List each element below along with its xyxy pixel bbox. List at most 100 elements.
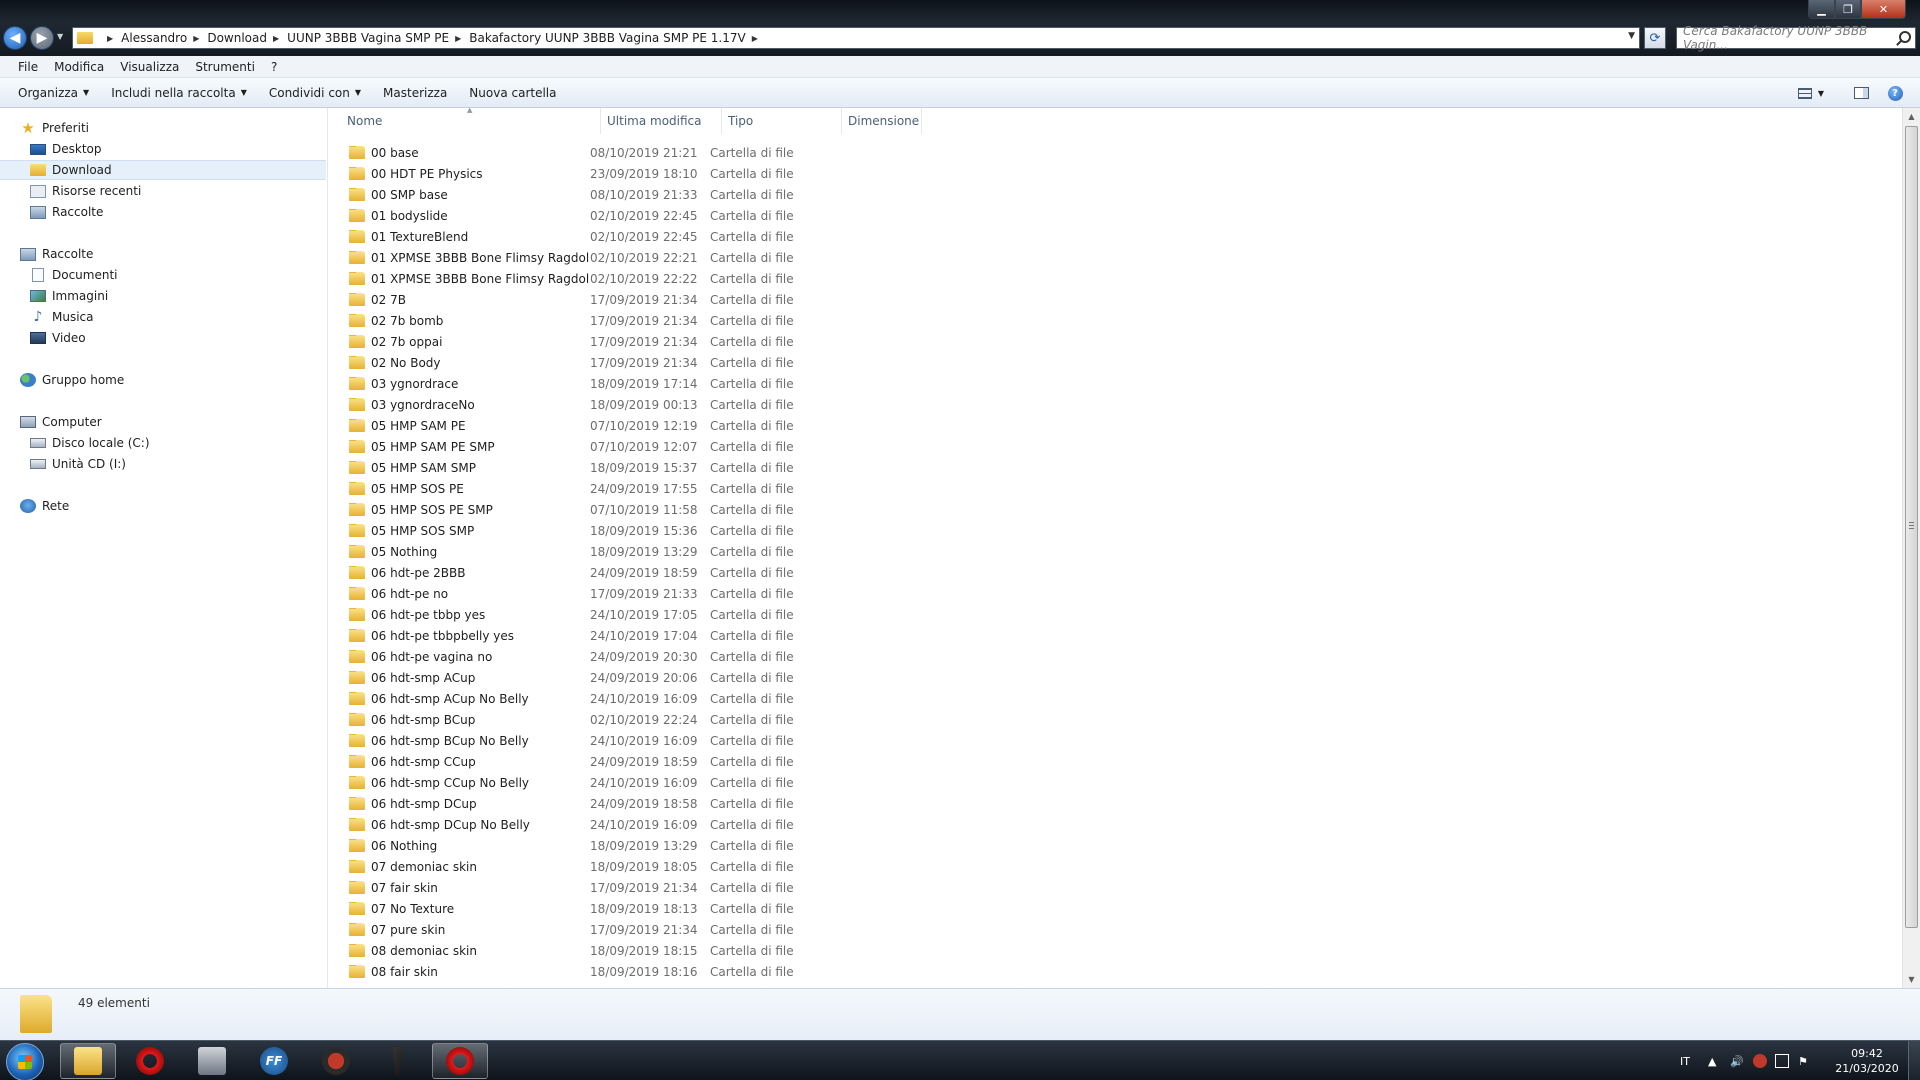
organize-button[interactable]: Organizza ▼ [10, 86, 103, 100]
file-name-cell[interactable]: 05 HMP SOS PE [329, 481, 589, 496]
breadcrumb-label[interactable]: Bakafactory UUNP 3BBB Vagina SMP PE 1.17… [469, 31, 745, 45]
taskbar-spider-app[interactable] [308, 1043, 364, 1079]
file-name-cell[interactable]: 03 ygnordrace [329, 376, 589, 391]
nav-computer[interactable]: Computer [0, 412, 326, 432]
breadcrumb-item[interactable]: Download ▶ [207, 31, 287, 45]
file-row[interactable]: 06 hdt-smp ACup 24/09/2019 20:06 Cartella … [329, 667, 1900, 688]
nav-libraries[interactable]: Raccolte [0, 244, 326, 264]
file-name-cell[interactable]: 03 ygnordraceNo [329, 397, 589, 412]
file-name-cell[interactable]: 01 XPMSE 3BBB Bone Flimsy Ragdoll [329, 250, 589, 265]
file-row[interactable]: 08 fair skin 18/09/2019 18:16 Cartella di … [329, 961, 1900, 982]
menu-help[interactable]: ? [263, 60, 285, 74]
file-name-cell[interactable]: 08 fair skin [329, 964, 589, 979]
file-row[interactable]: 00 HDT PE Physics 23/09/2019 18:10 Cartell… [329, 163, 1900, 184]
file-name-cell[interactable]: 06 hdt-smp CCup No Belly [329, 775, 589, 790]
file-row[interactable]: 06 hdt-pe tbbpbelly yes 24/10/2019 17:04 C… [329, 625, 1900, 646]
breadcrumb-label[interactable]: Alessandro [121, 31, 187, 45]
breadcrumb-label[interactable]: UUNP 3BBB Vagina SMP PE [287, 31, 449, 45]
breadcrumb-label[interactable]: Download [207, 31, 267, 45]
close-button[interactable]: ✕ [1861, 0, 1906, 19]
file-row[interactable]: 01 XPMSE 3BBB Bone Flimsy Ragdoll ygn...… [329, 268, 1900, 289]
file-row[interactable]: 01 TextureBlend 02/10/2019 22:45 Cartella … [329, 226, 1900, 247]
file-row[interactable]: 06 hdt-smp DCup No Belly 24/10/2019 16:09… [329, 814, 1900, 835]
taskbar-opera[interactable] [122, 1043, 178, 1079]
file-name-cell[interactable]: 06 hdt-pe 2BBB [329, 565, 589, 580]
scrollbar-thumb[interactable] [1905, 126, 1918, 928]
language-indicator[interactable]: IT [1680, 1041, 1690, 1080]
file-name-cell[interactable]: 05 HMP SAM PE [329, 418, 589, 433]
preview-pane-button[interactable] [1851, 84, 1871, 102]
file-name-cell[interactable]: 07 fair skin [329, 880, 589, 895]
file-row[interactable]: 02 7b bomb 17/09/2019 21:34 Cartella di fi… [329, 310, 1900, 331]
scroll-up-button[interactable]: ▲ [1903, 108, 1920, 125]
file-name-cell[interactable]: 06 hdt-pe tbbpbelly yes [329, 628, 589, 643]
file-row[interactable]: 06 hdt-pe tbbp yes 24/10/2019 17:05 Cartel… [329, 604, 1900, 625]
file-name-cell[interactable]: 05 Nothing [329, 544, 589, 559]
chevron-right-icon[interactable]: ▶ [752, 34, 758, 43]
file-row[interactable]: 06 hdt-smp BCup 02/10/2019 22:24 Cartella … [329, 709, 1900, 730]
taskbar-opera-active[interactable] [432, 1043, 488, 1079]
menu-tools[interactable]: Strumenti [187, 60, 263, 74]
file-name-cell[interactable]: 06 hdt-smp DCup No Belly [329, 817, 589, 832]
maximize-button[interactable]: ❐ [1835, 0, 1861, 19]
file-name-cell[interactable]: 05 HMP SOS PE SMP [329, 502, 589, 517]
file-name-cell[interactable]: 08 demoniac skin [329, 943, 589, 958]
change-view-button[interactable]: ▼ [1795, 84, 1827, 102]
nav-collections-favorite[interactable]: Raccolte [0, 202, 326, 222]
nav-network[interactable]: Rete [0, 496, 326, 516]
network-tray-button[interactable] [1775, 1041, 1789, 1080]
file-name-cell[interactable]: 06 hdt-smp BCup [329, 712, 589, 727]
recent-pages-dropdown[interactable]: ▼ [57, 32, 63, 41]
column-type[interactable]: Tipo [722, 108, 842, 134]
file-name-cell[interactable]: 05 HMP SAM PE SMP [329, 439, 589, 454]
file-row[interactable]: 06 hdt-smp CCup 24/09/2019 18:59 Cartella … [329, 751, 1900, 772]
search-icon[interactable] [1899, 31, 1911, 43]
include-in-library-button[interactable]: Includi nella raccolta ▼ [103, 86, 261, 100]
file-row[interactable]: 01 XPMSE 3BBB Bone Flimsy Ragdoll 02/10/2… [329, 247, 1900, 268]
search-input[interactable]: Cerca Bakafactory UUNP 3BBB Vagin... [1676, 24, 1916, 52]
nav-music[interactable]: ♪ Musica [0, 307, 326, 327]
nav-documents[interactable]: Documenti [0, 265, 326, 285]
chevron-right-icon[interactable]: ▶ [455, 34, 461, 43]
clock[interactable]: 09:42 21/03/2020 [1832, 1046, 1902, 1076]
file-name-cell[interactable]: 05 HMP SOS SMP [329, 523, 589, 538]
nav-homegroup[interactable]: Gruppo home [0, 370, 326, 390]
refresh-button[interactable]: ⟳ [1644, 27, 1666, 49]
start-button[interactable] [6, 1043, 44, 1080]
breadcrumb-item[interactable]: Alessandro ▶ [121, 31, 207, 45]
file-name-cell[interactable]: 06 hdt-smp ACup [329, 670, 589, 685]
chevron-down-icon[interactable]: ▼ [1628, 31, 1635, 41]
file-row[interactable]: 05 Nothing 18/09/2019 13:29 Cartella di fi… [329, 541, 1900, 562]
file-row[interactable]: 06 Nothing 18/09/2019 13:29 Cartella di fi… [329, 835, 1900, 856]
new-folder-button[interactable]: Nuova cartella [461, 86, 570, 100]
chevron-right-icon[interactable]: ▶ [273, 34, 279, 43]
file-name-cell[interactable]: 01 bodyslide [329, 208, 589, 223]
file-row[interactable]: 05 HMP SAM PE SMP 07/10/2019 12:07 Cartell… [329, 436, 1900, 457]
file-row[interactable]: 06 hdt-smp ACup No Belly 24/10/2019 16:09… [329, 688, 1900, 709]
file-row[interactable]: 03 ygnordraceNo 18/09/2019 00:13 Cartella … [329, 394, 1900, 415]
file-row[interactable]: 05 HMP SOS SMP 18/09/2019 15:36 Cartella d… [329, 520, 1900, 541]
file-row[interactable]: 06 hdt-smp CCup No Belly 24/10/2019 16:09… [329, 772, 1900, 793]
file-name-cell[interactable]: 05 HMP SAM SMP [329, 460, 589, 475]
nav-download[interactable]: Download [0, 160, 326, 180]
column-name[interactable]: Nome ▲ [329, 108, 601, 134]
vertical-scrollbar[interactable]: ▲ ▼ [1902, 108, 1920, 988]
file-name-cell[interactable]: 02 No Body [329, 355, 589, 370]
menu-edit[interactable]: Modifica [46, 60, 112, 74]
file-row[interactable]: 02 No Body 17/09/2019 21:34 Cartella di fi… [329, 352, 1900, 373]
show-desktop-button[interactable] [1908, 1041, 1920, 1080]
file-name-cell[interactable]: 06 Nothing [329, 838, 589, 853]
file-row[interactable]: 07 demoniac skin 18/09/2019 18:05 Cartella… [329, 856, 1900, 877]
file-row[interactable]: 00 SMP base 08/10/2019 21:33 Cartella di f… [329, 184, 1900, 205]
file-name-cell[interactable]: 00 HDT PE Physics [329, 166, 589, 181]
file-row[interactable]: 01 bodyslide 02/10/2019 22:45 Cartella di … [329, 205, 1900, 226]
file-row[interactable]: 06 hdt-pe 2BBB 24/09/2019 18:59 Cartella d… [329, 562, 1900, 583]
file-row[interactable]: 06 hdt-pe vagina no 24/09/2019 20:30 Carte… [329, 646, 1900, 667]
file-row[interactable]: 03 ygnordrace 18/09/2019 17:14 Cartella di… [329, 373, 1900, 394]
action-center-button[interactable]: ⚑ [1798, 1041, 1808, 1080]
taskbar-explorer[interactable] [60, 1043, 116, 1079]
nav-images[interactable]: Immagini [0, 286, 326, 306]
file-row[interactable]: 05 HMP SOS PE SMP 07/10/2019 11:58 Cartell… [329, 499, 1900, 520]
file-row[interactable]: 00 base 08/10/2019 21:21 Cartella di file [329, 142, 1900, 163]
tray-app-button[interactable] [1753, 1041, 1767, 1080]
